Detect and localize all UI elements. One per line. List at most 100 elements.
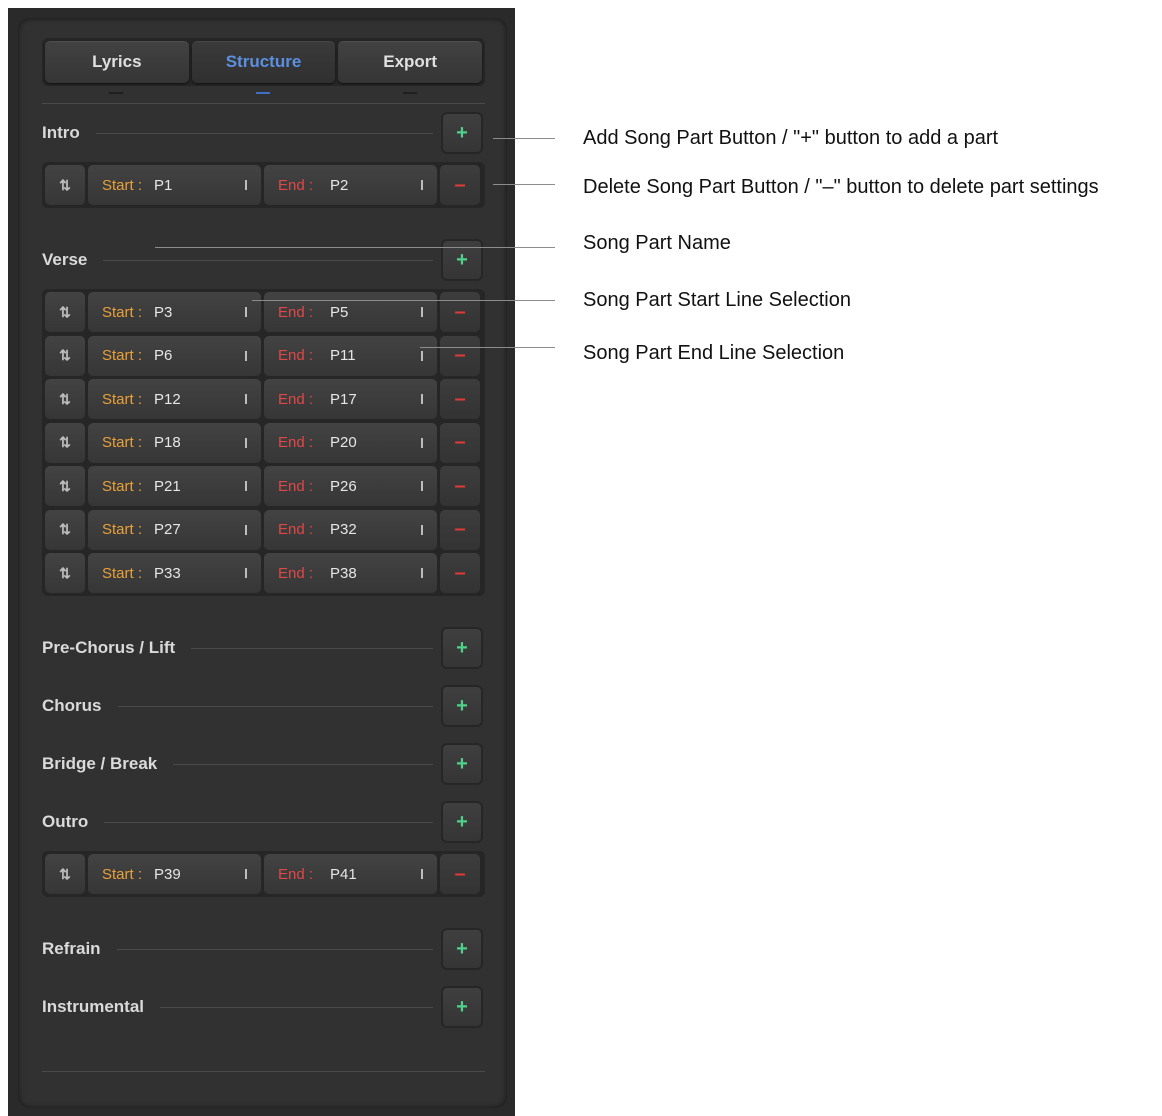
reorder-icon[interactable]: ⇅ — [45, 292, 85, 332]
bottom-divider — [42, 1071, 485, 1072]
tab-bar: Lyrics Structure Export — [42, 38, 485, 86]
start-line-select[interactable]: Start : P6 — [88, 335, 261, 376]
reorder-icon[interactable]: ⇅ — [45, 422, 85, 463]
part-row: ⇅ Start : P1 End : P2 – — [45, 165, 482, 205]
end-line-select[interactable]: End : P5 — [264, 292, 437, 332]
tab-structure[interactable]: Structure — [191, 41, 336, 83]
dropdown-handle-icon — [421, 180, 423, 190]
callout-line-name — [155, 247, 555, 248]
part-row: ⇅ Start : P12 End : P17 – — [45, 379, 482, 419]
reorder-icon[interactable]: ⇅ — [45, 553, 85, 593]
minus-icon: – — [454, 431, 466, 453]
section-intro: Intro + — [42, 110, 485, 156]
dropdown-handle-icon — [245, 568, 247, 578]
delete-part-button[interactable]: – — [440, 854, 480, 894]
add-part-button[interactable]: + — [441, 928, 483, 970]
minus-icon: – — [454, 387, 466, 410]
plus-icon: + — [456, 937, 468, 960]
minus-icon: – — [454, 173, 466, 196]
part-row: ⇅ Start : P18 End : P20 – — [45, 422, 482, 463]
reorder-icon[interactable]: ⇅ — [45, 854, 85, 894]
add-part-button[interactable]: + — [441, 239, 483, 281]
reorder-icon[interactable]: ⇅ — [45, 335, 85, 376]
dropdown-handle-icon — [245, 481, 247, 491]
dropdown-handle-icon — [245, 524, 247, 535]
start-line-select[interactable]: Start : P39 — [88, 854, 261, 894]
dropdown-handle-icon — [421, 481, 423, 491]
tab-lyrics[interactable]: Lyrics — [45, 41, 189, 83]
reorder-icon[interactable]: ⇅ — [45, 509, 85, 550]
section-name-verse: Verse — [42, 250, 104, 270]
minus-icon: – — [454, 518, 466, 540]
add-part-button[interactable]: + — [441, 801, 483, 843]
section-verse: Verse + — [42, 237, 485, 283]
minus-icon: – — [454, 561, 466, 584]
dropdown-handle-icon — [245, 437, 247, 448]
section-pre-chorus: Pre-Chorus / Lift + — [42, 625, 485, 671]
dropdown-handle-icon — [245, 869, 247, 879]
callout-start-line: Song Part Start Line Selection — [583, 289, 851, 311]
section-outro: Outro + — [42, 799, 485, 845]
section-name-refrain: Refrain — [42, 939, 117, 959]
dropdown-handle-icon — [421, 568, 423, 578]
add-part-button[interactable]: + — [441, 743, 483, 785]
callout-part-name: Song Part Name — [583, 232, 731, 254]
delete-part-button[interactable]: – — [440, 292, 480, 332]
delete-part-button[interactable]: – — [440, 379, 480, 419]
end-line-select[interactable]: End : P20 — [264, 422, 437, 463]
delete-part-button[interactable]: – — [440, 553, 480, 593]
minus-icon: – — [454, 862, 466, 885]
plus-icon: + — [456, 995, 468, 1018]
end-line-select[interactable]: End : P17 — [264, 379, 437, 419]
end-line-select[interactable]: End : P32 — [264, 509, 437, 550]
start-line-select[interactable]: Start : P33 — [88, 553, 261, 593]
delete-part-button[interactable]: – — [440, 165, 480, 205]
delete-part-button[interactable]: – — [440, 335, 480, 376]
section-instrumental: Instrumental + — [42, 984, 485, 1030]
reorder-icon[interactable]: ⇅ — [45, 165, 85, 205]
delete-part-button[interactable]: – — [440, 422, 480, 463]
start-line-select[interactable]: Start : P27 — [88, 509, 261, 550]
callout-end-line: Song Part End Line Selection — [583, 342, 845, 364]
delete-part-button[interactable]: – — [440, 466, 480, 506]
delete-part-button[interactable]: – — [440, 509, 480, 550]
plus-icon: + — [456, 810, 468, 833]
end-line-select[interactable]: End : P11 — [264, 335, 437, 376]
parts-intro: ⇅ Start : P1 End : P2 – — [42, 162, 485, 208]
end-line-select[interactable]: End : P2 — [264, 165, 437, 205]
minus-icon: – — [454, 300, 466, 323]
start-line-select[interactable]: Start : P21 — [88, 466, 261, 506]
start-line-select[interactable]: Start : P1 — [88, 165, 261, 205]
add-part-button[interactable]: + — [441, 685, 483, 727]
dropdown-handle-icon — [421, 437, 423, 448]
section-name-instrumental: Instrumental — [42, 997, 161, 1017]
plus-icon: + — [456, 121, 468, 144]
add-part-button[interactable]: + — [441, 627, 483, 669]
end-line-select[interactable]: End : P38 — [264, 553, 437, 593]
reorder-icon[interactable]: ⇅ — [45, 466, 85, 506]
start-line-select[interactable]: Start : P12 — [88, 379, 261, 419]
callout-line-start — [252, 300, 555, 301]
dropdown-handle-icon — [421, 307, 423, 317]
add-part-button[interactable]: + — [441, 986, 483, 1028]
plus-icon: + — [456, 694, 468, 717]
start-line-select[interactable]: Start : P3 — [88, 292, 261, 332]
tab-export[interactable]: Export — [338, 41, 483, 83]
section-name-outro: Outro — [42, 812, 105, 832]
end-line-select[interactable]: End : P41 — [264, 854, 437, 894]
dropdown-handle-icon — [245, 307, 247, 317]
plus-icon: + — [456, 248, 468, 271]
dropdown-handle-icon — [421, 869, 423, 879]
start-line-select[interactable]: Start : P18 — [88, 422, 261, 463]
minus-icon: – — [454, 474, 466, 497]
section-chorus: Chorus + — [42, 683, 485, 729]
end-line-select[interactable]: End : P26 — [264, 466, 437, 506]
tab-indicator-structure — [256, 92, 270, 94]
part-row: ⇅ Start : P27 End : P32 – — [45, 509, 482, 550]
add-part-button[interactable]: + — [441, 112, 483, 154]
section-refrain: Refrain + — [42, 926, 485, 972]
tab-indicator-export — [403, 92, 417, 94]
reorder-icon[interactable]: ⇅ — [45, 379, 85, 419]
part-row: ⇅ Start : P3 End : P5 – — [45, 292, 482, 332]
section-bridge: Bridge / Break + — [42, 741, 485, 787]
